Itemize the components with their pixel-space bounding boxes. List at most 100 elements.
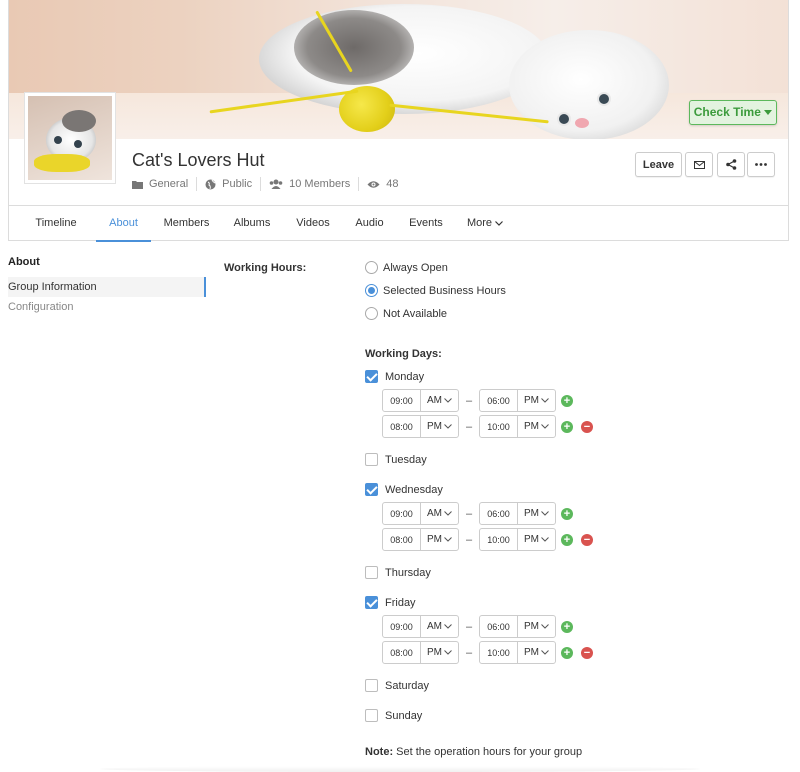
add-slot-button[interactable]: + [561,620,573,633]
end-time-value[interactable]: 06:00 [480,390,518,411]
cover-photo: Check Time [9,0,788,139]
chevron-down-icon [444,398,452,403]
end-time-value[interactable]: 06:00 [480,503,518,524]
start-ampm-select[interactable]: PM [421,416,458,437]
day-checkbox[interactable] [365,566,378,579]
remove-slot-button[interactable]: − [581,533,593,546]
end-time-value[interactable]: 10:00 [480,529,518,550]
start-time-input[interactable]: 08:00 PM [382,641,459,664]
operation-hours-note: Note: Set the operation hours for your g… [365,746,583,758]
start-time-value[interactable]: 08:00 [383,529,421,550]
tab-members[interactable]: Members [151,206,222,241]
group-tabs: Timeline About Members Albums Videos Aud… [9,205,788,242]
day-checkbox[interactable] [365,709,378,722]
day-friday[interactable]: Friday [365,596,416,609]
end-ampm-select[interactable]: PM [518,416,555,437]
working-days-label: Working Days: [365,348,442,360]
start-ampm-select[interactable]: PM [421,529,458,550]
end-time-value[interactable]: 10:00 [480,642,518,663]
end-ampm-select[interactable]: PM [518,616,555,637]
sidebar-item-group-information[interactable]: Group Information [8,277,206,297]
tab-audio[interactable]: Audio [344,206,395,241]
folder-icon [132,180,143,189]
tab-timeline[interactable]: Timeline [16,206,96,241]
radio-button[interactable] [365,307,378,320]
leave-group-button[interactable]: Leave [635,152,682,177]
day-checkbox[interactable] [365,679,378,692]
tab-about[interactable]: About [96,206,151,242]
start-time-input[interactable]: 09:00 AM [382,502,459,525]
end-time-input[interactable]: 06:00 PM [479,389,556,412]
end-ampm-select[interactable]: PM [518,642,555,663]
day-checkbox[interactable] [365,370,378,383]
time-slot-row: 08:00 PM – 10:00 PM + − [382,528,593,551]
day-checkbox[interactable] [365,483,378,496]
radio-always-open[interactable]: Always Open [365,261,448,274]
sidebar-item-configuration[interactable]: Configuration [8,297,206,317]
tab-albums[interactable]: Albums [222,206,282,241]
day-tuesday[interactable]: Tuesday [365,453,427,466]
start-time-input[interactable]: 08:00 PM [382,528,459,551]
chevron-down-icon [541,537,549,542]
start-time-input[interactable]: 09:00 AM [382,389,459,412]
time-slot-row: 08:00 PM – 10:00 PM + − [382,415,593,438]
tab-videos[interactable]: Videos [282,206,344,241]
ellipsis-icon [755,163,767,166]
minus-circle-icon: − [583,533,591,546]
minus-circle-icon: − [583,646,591,659]
start-ampm-select[interactable]: PM [421,642,458,663]
end-time-input[interactable]: 10:00 PM [479,641,556,664]
tab-more[interactable]: More [457,206,513,241]
group-avatar[interactable] [25,93,115,183]
day-checkbox[interactable] [365,596,378,609]
more-options-button[interactable] [747,152,775,177]
remove-slot-button[interactable]: − [581,646,593,659]
group-meta: General Public 10 Members 48 [132,177,407,191]
add-slot-button[interactable]: + [561,394,573,407]
start-time-value[interactable]: 09:00 [383,390,421,411]
remove-slot-button[interactable]: − [581,420,593,433]
start-time-input[interactable]: 09:00 AM [382,615,459,638]
day-thursday[interactable]: Thursday [365,566,431,579]
time-slot-row: 08:00 PM – 10:00 PM + − [382,641,593,664]
minus-circle-icon: − [583,420,591,433]
end-ampm-select[interactable]: PM [518,390,555,411]
day-sunday[interactable]: Sunday [365,709,422,722]
day-monday[interactable]: Monday [365,370,424,383]
end-ampm-select[interactable]: PM [518,503,555,524]
share-button[interactable] [717,152,745,177]
start-ampm-select[interactable]: AM [421,503,458,524]
start-time-value[interactable]: 09:00 [383,616,421,637]
end-time-input[interactable]: 06:00 PM [479,502,556,525]
meta-category: General [132,177,198,191]
share-icon [725,159,736,170]
start-time-input[interactable]: 08:00 PM [382,415,459,438]
day-wednesday[interactable]: Wednesday [365,483,443,496]
start-time-value[interactable]: 08:00 [383,642,421,663]
end-ampm-select[interactable]: PM [518,529,555,550]
end-time-input[interactable]: 10:00 PM [479,415,556,438]
start-ampm-select[interactable]: AM [421,390,458,411]
plus-circle-icon: + [563,420,571,433]
add-slot-button[interactable]: + [561,533,573,546]
add-slot-button[interactable]: + [561,507,573,520]
add-slot-button[interactable]: + [561,420,573,433]
day-saturday[interactable]: Saturday [365,679,429,692]
radio-button[interactable] [365,284,378,297]
tab-events[interactable]: Events [395,206,457,241]
check-time-button[interactable]: Check Time [689,100,777,125]
radio-not-available[interactable]: Not Available [365,307,447,320]
add-slot-button[interactable]: + [561,646,573,659]
end-time-input[interactable]: 10:00 PM [479,528,556,551]
start-time-value[interactable]: 08:00 [383,416,421,437]
end-time-input[interactable]: 06:00 PM [479,615,556,638]
radio-button[interactable] [365,261,378,274]
end-time-value[interactable]: 10:00 [480,416,518,437]
end-time-value[interactable]: 06:00 [480,616,518,637]
start-ampm-select[interactable]: AM [421,616,458,637]
message-button[interactable] [685,152,713,177]
day-checkbox[interactable] [365,453,378,466]
start-time-value[interactable]: 09:00 [383,503,421,524]
radio-selected-business-hours[interactable]: Selected Business Hours [365,284,506,297]
group-header-card: Check Time Cat's Lovers Hut General Publ… [8,0,789,242]
